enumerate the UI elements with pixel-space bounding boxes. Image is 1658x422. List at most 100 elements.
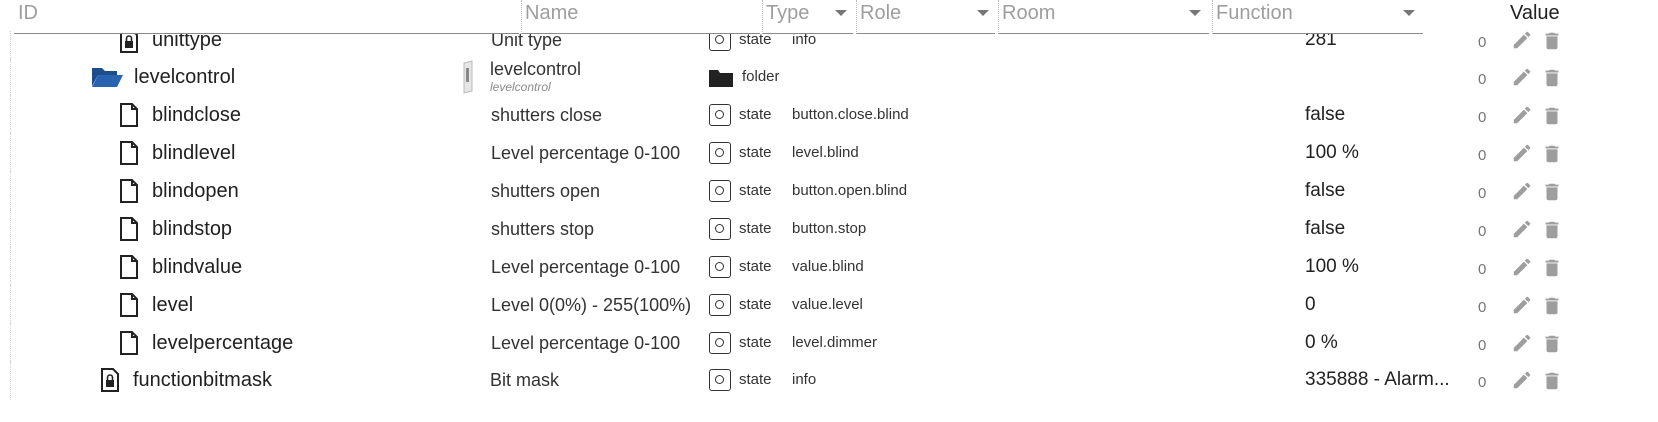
function-filter-select[interactable]: Function [1212,0,1423,34]
delete-icon[interactable] [1541,104,1563,133]
edit-icon[interactable] [1511,104,1533,131]
chevron-down-icon [1189,10,1201,16]
row-type: state [739,258,772,275]
row-role: button.open.blind [792,182,908,199]
row-value[interactable]: 0 [1305,285,1316,325]
column-header-bar: ID Name Type Role Room Function Value [0,0,1658,34]
row-value[interactable]: 0 % [1305,323,1338,363]
delete-icon[interactable] [1541,332,1563,361]
table-row[interactable]: levelcontrol levelcontrol levelcontrol f… [0,57,1658,97]
row-type: state [739,334,772,351]
table-row[interactable]: levelpercentage Level percentage 0-100 s… [0,323,1658,363]
file-icon [119,217,139,246]
folder-open-icon[interactable] [91,66,123,93]
delete-icon[interactable] [1541,142,1563,171]
id-filter-input[interactable]: ID [14,0,519,34]
role-filter-select[interactable]: Role [856,0,995,34]
file-icon [119,331,139,360]
row-count: 0 [1478,374,1487,391]
row-name: shutters open [491,181,601,201]
row-role: info [792,371,817,388]
edit-icon[interactable] [1511,256,1533,283]
row-id[interactable]: levelpercentage [152,323,293,363]
table-row[interactable]: blindvalue Level percentage 0-100 state … [0,247,1658,287]
delete-icon[interactable] [1541,369,1563,398]
state-icon [709,142,731,164]
file-icon [119,179,139,208]
role-filter-label: Role [860,2,902,24]
row-value[interactable]: 335888 - Alarm... [1305,360,1450,400]
delete-icon[interactable] [1541,294,1563,323]
name-filter-input[interactable]: Name [521,0,760,34]
row-value[interactable]: 100 % [1305,247,1359,287]
row-name: Level 0(0%) - 255(100%) [491,295,692,315]
row-type: state [739,220,772,237]
row-value[interactable]: false [1305,171,1345,211]
delete-icon[interactable] [1541,218,1563,247]
file-icon [119,103,139,132]
delete-icon[interactable] [1541,180,1563,209]
row-id[interactable]: functionbitmask [133,360,272,400]
chevron-down-icon [977,10,989,16]
row-type: state [739,106,772,123]
edit-icon[interactable] [1511,142,1533,169]
delete-icon[interactable] [1541,256,1563,285]
row-role: button.stop [792,220,867,237]
row-id[interactable]: blindvalue [152,247,242,287]
row-id[interactable]: blindclose [152,95,241,135]
row-type: state [739,144,772,161]
edit-icon[interactable] [1511,332,1533,359]
row-id[interactable]: blindopen [152,171,239,211]
row-count: 0 [1478,223,1487,240]
row-type: state [739,371,772,388]
value-column-header: Value [1510,0,1560,26]
file-icon [119,293,139,322]
row-role: button.close.blind [792,106,909,123]
row-type: folder [742,68,780,85]
row-name: Level percentage 0-100 [491,257,681,277]
row-count: 0 [1478,299,1487,316]
type-filter-select[interactable]: Type [762,0,853,34]
row-role: value.blind [792,258,864,275]
folder-icon [708,68,734,93]
row-count: 0 [1478,71,1487,88]
row-value[interactable]: false [1305,95,1345,135]
delete-icon[interactable] [1541,66,1563,95]
edit-icon[interactable] [1511,294,1533,321]
row-count: 0 [1478,261,1487,278]
state-icon [709,180,731,202]
row-id[interactable]: blindstop [152,209,232,249]
row-type: state [739,182,772,199]
room-filter-select[interactable]: Room [998,0,1209,34]
row-count: 0 [1478,109,1487,126]
object-tree: unittype Unit type state info 281 0 leve… [0,0,1658,422]
row-role: level.dimmer [792,334,878,351]
chevron-down-icon [835,10,847,16]
table-row[interactable]: blindopen shutters open state button.ope… [0,171,1658,211]
row-id[interactable]: blindlevel [152,133,235,173]
row-count: 0 [1478,147,1487,164]
id-filter-placeholder: ID [18,2,38,24]
table-row[interactable]: blindclose shutters close state button.c… [0,95,1658,135]
edit-icon[interactable] [1511,180,1533,207]
edit-icon[interactable] [1511,369,1533,396]
row-id[interactable]: levelcontrol [134,57,235,97]
edit-icon[interactable] [1511,218,1533,245]
table-row[interactable]: functionbitmask Bit mask state info 3358… [0,360,1658,400]
row-name: shutters stop [491,219,595,239]
state-icon [709,104,731,126]
state-icon [709,332,731,354]
row-value[interactable]: false [1305,209,1345,249]
row-value[interactable]: 100 % [1305,133,1359,173]
table-row[interactable]: blindstop shutters stop state button.sto… [0,209,1658,249]
table-row[interactable]: blindlevel Level percentage 0-100 state … [0,133,1658,173]
state-icon [709,294,731,316]
row-id[interactable]: level [152,285,193,325]
state-icon [709,218,731,240]
edit-icon[interactable] [1511,66,1533,93]
row-count: 0 [1478,185,1487,202]
row-name: Level percentage 0-100 [491,143,681,163]
state-icon [709,369,731,391]
type-filter-label: Type [766,2,810,24]
table-row[interactable]: level Level 0(0%) - 255(100%) state valu… [0,285,1658,325]
